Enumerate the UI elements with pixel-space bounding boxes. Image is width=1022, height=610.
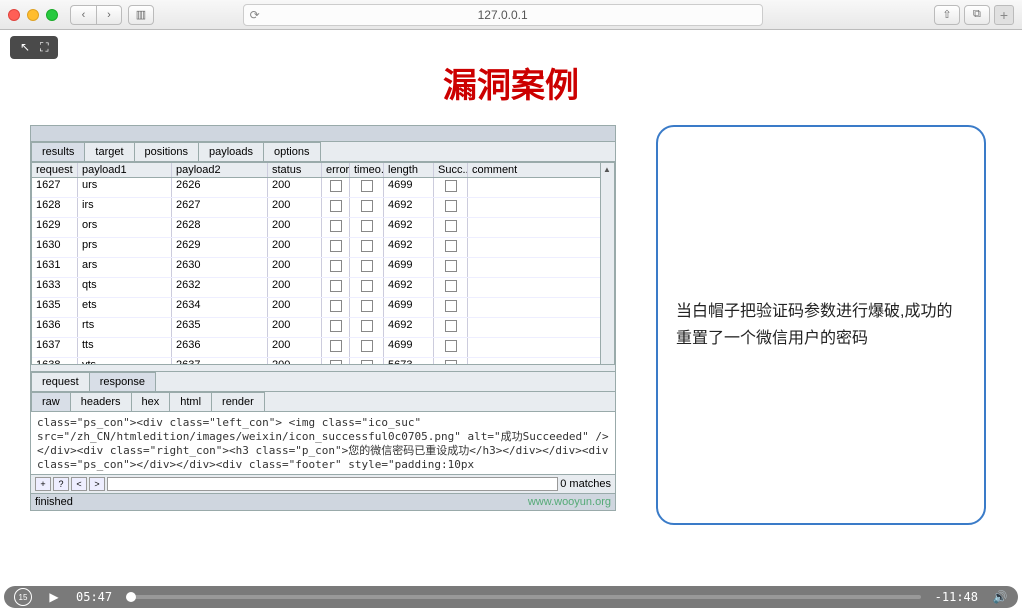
matches-label: 0 matches (560, 478, 611, 490)
skip-back-15-button[interactable]: 15 (14, 588, 32, 606)
table-row[interactable]: 1630prs26292004692 (32, 238, 614, 258)
table-row[interactable]: 1627urs26262004699 (32, 178, 614, 198)
col-error[interactable]: error (322, 163, 350, 177)
burp-panel: results target positions payloads option… (30, 125, 616, 511)
tab-render[interactable]: render (211, 392, 265, 411)
table-row[interactable]: 1629ors26282004692 (32, 218, 614, 238)
panel-strip (31, 126, 615, 142)
table-row[interactable]: 1636rts26352004692 (32, 318, 614, 338)
table-header: request payload1 payload2 status error t… (32, 163, 614, 178)
sidebar-toggle-button[interactable]: ▥ (128, 5, 154, 25)
elapsed-time: 05:47 (76, 590, 112, 604)
nav-buttons: ‹ › (70, 5, 122, 25)
search-row: + ? < > 0 matches (31, 474, 615, 493)
col-request[interactable]: request (32, 163, 78, 177)
tab-results[interactable]: results (31, 142, 85, 161)
results-table: request payload1 payload2 status error t… (31, 162, 615, 365)
remaining-time: -11:48 (935, 590, 978, 604)
share-button[interactable]: ⇧ (934, 5, 960, 25)
volume-button[interactable]: 🔊 (992, 589, 1008, 605)
tab-hex[interactable]: hex (131, 392, 171, 411)
tab-target[interactable]: target (84, 142, 134, 161)
play-button[interactable]: ▶ (46, 589, 62, 605)
intruder-tabs: results target positions payloads option… (31, 142, 615, 162)
page-content: 漏洞案例 results target positions payloads o… (0, 30, 1022, 588)
search-input[interactable] (107, 477, 558, 491)
col-status[interactable]: status (268, 163, 322, 177)
response-view-tabs: raw headers hex html render (31, 392, 615, 412)
browser-toolbar: ‹ › ▥ ⟳ 127.0.0.1 ⇧ ⧉ + (0, 0, 1022, 30)
tab-positions[interactable]: positions (134, 142, 199, 161)
new-tab-button[interactable]: + (994, 5, 1014, 25)
nav-back-button[interactable]: ‹ (70, 5, 96, 25)
table-rows: 1627urs262620046991628irs262720046921629… (32, 178, 614, 364)
table-row[interactable]: 1631ars26302004699 (32, 258, 614, 278)
tab-raw[interactable]: raw (31, 392, 71, 411)
reload-icon[interactable]: ⟳ (250, 8, 260, 22)
video-player-bar: 15 ▶ 05:47 -11:48 🔊 (4, 586, 1018, 608)
tabs-button[interactable]: ⧉ (964, 5, 990, 25)
col-comment[interactable]: comment (468, 163, 614, 177)
search-prev[interactable]: < (71, 477, 87, 491)
pointer-icon[interactable]: ↖ (20, 40, 30, 55)
description-box: 当白帽子把验证码参数进行爆破,成功的重置了一个微信用户的密码 (656, 125, 986, 525)
minimize-window-icon[interactable] (27, 9, 39, 21)
tab-payloads[interactable]: payloads (198, 142, 264, 161)
traffic-lights (8, 9, 58, 21)
address-bar[interactable]: ⟳ 127.0.0.1 (243, 4, 763, 26)
progress-track[interactable] (126, 595, 921, 599)
nav-forward-button[interactable]: › (96, 5, 122, 25)
tab-response[interactable]: response (89, 372, 156, 391)
description-text: 当白帽子把验证码参数进行爆破,成功的重置了一个微信用户的密码 (676, 298, 966, 352)
col-length[interactable]: length (384, 163, 434, 177)
response-body[interactable]: class="ps_con"><div class="left_con"> <i… (31, 412, 615, 474)
table-row[interactable]: 1638yts26372005673 (32, 358, 614, 364)
slide-title: 漏洞案例 (0, 58, 1022, 107)
close-window-icon[interactable] (8, 9, 20, 21)
col-payload1[interactable]: payload1 (78, 163, 172, 177)
table-row[interactable]: 1637tts26362004699 (32, 338, 614, 358)
tab-request[interactable]: request (31, 372, 90, 391)
status-bar: finished www.wooyun.org (31, 493, 615, 510)
table-row[interactable]: 1633qts26322004692 (32, 278, 614, 298)
tab-options[interactable]: options (263, 142, 320, 161)
col-success[interactable]: Succ... (434, 163, 468, 177)
scrollbar[interactable] (600, 163, 614, 364)
status-text: finished (35, 496, 73, 508)
maximize-window-icon[interactable] (46, 9, 58, 21)
tab-headers[interactable]: headers (70, 392, 132, 411)
col-timeout[interactable]: timeo.. (350, 163, 384, 177)
progress-thumb[interactable] (126, 592, 136, 602)
search-plus[interactable]: + (35, 477, 51, 491)
watermark: www.wooyun.org (528, 496, 611, 508)
tab-html[interactable]: html (169, 392, 212, 411)
screen-tools-pill: ↖ ⛶ (10, 36, 58, 59)
col-payload2[interactable]: payload2 (172, 163, 268, 177)
table-row[interactable]: 1635ets26342004699 (32, 298, 614, 318)
address-text: 127.0.0.1 (478, 8, 528, 22)
fullscreen-icon[interactable]: ⛶ (40, 40, 48, 55)
search-next[interactable]: > (89, 477, 105, 491)
search-help[interactable]: ? (53, 477, 69, 491)
table-row[interactable]: 1628irs26272004692 (32, 198, 614, 218)
request-response-tabs: request response (31, 371, 615, 392)
